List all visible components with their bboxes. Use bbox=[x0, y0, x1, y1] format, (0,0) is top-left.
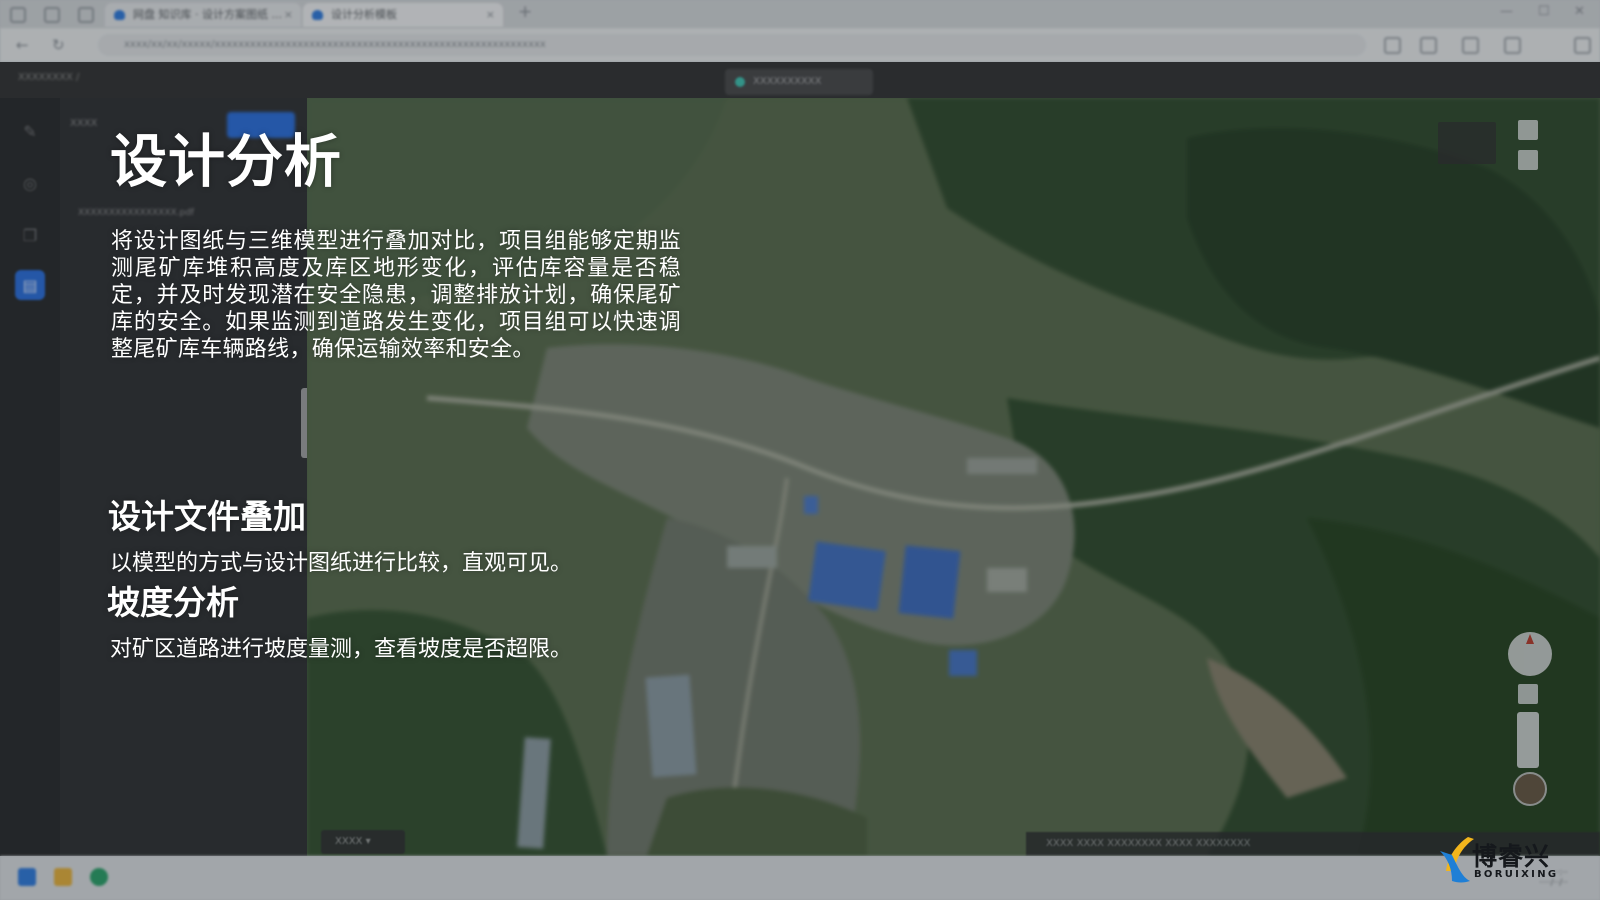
section-title-design-overlay: 设计文件叠加 bbox=[108, 497, 306, 536]
logo-english-name: BORUIXING bbox=[1474, 869, 1559, 880]
logo-chinese-name: 博睿兴 bbox=[1472, 842, 1551, 871]
section-title-slope-analysis: 坡度分析 bbox=[107, 583, 239, 622]
slide-title: 设计分析 bbox=[110, 129, 342, 195]
boruixing-logo: 博睿兴 BORUIXING bbox=[1438, 835, 1578, 887]
section-desc-slope-analysis: 对矿区道路进行坡度量测，查看坡度是否超限。 bbox=[110, 637, 573, 662]
slide-intro: 将设计图纸与三维模型进行叠加对比，项目组能够定期监测尾矿库堆积高度及库区地形变化… bbox=[111, 229, 681, 362]
section-desc-design-overlay: 以模型的方式与设计图纸进行比较，直观可见。 bbox=[110, 551, 573, 576]
